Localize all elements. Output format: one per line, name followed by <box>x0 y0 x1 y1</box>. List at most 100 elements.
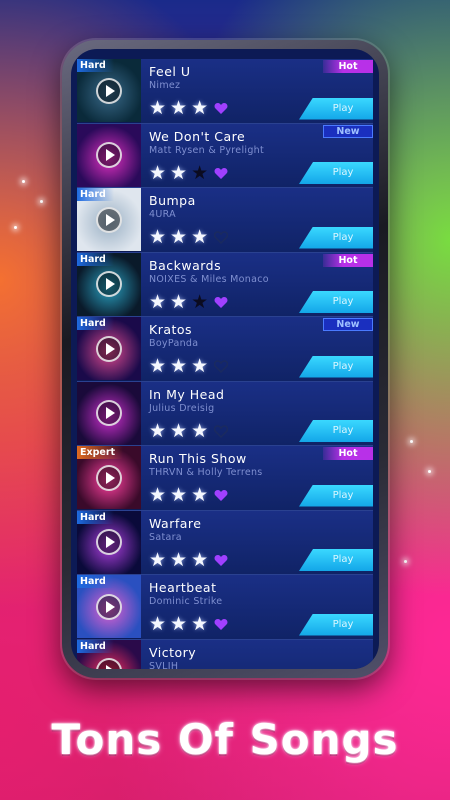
preview-play-icon[interactable] <box>96 335 122 362</box>
song-row[interactable]: Hard Kratos BoyPanda ★ ★ ★ Play New <box>77 317 373 382</box>
difficulty-badge: Hard <box>77 510 114 524</box>
play-button[interactable]: Play <box>299 291 373 313</box>
song-title: Bumpa <box>149 193 196 208</box>
song-cover-art[interactable]: Expert <box>77 446 141 509</box>
difficulty-badge: Hard <box>77 188 114 201</box>
song-row[interactable]: Hard Victory SVLIH <box>77 639 373 669</box>
song-info: Backwards NOIXES & Miles Monaco ★ ★ ★ Play Hot <box>141 252 373 316</box>
song-info: Feel U Nimez ★ ★ ★ Play Hot <box>141 59 373 123</box>
song-info: Warfare Satara ★ ★ ★ Play <box>141 510 373 574</box>
star-icon: ★ <box>191 290 209 313</box>
star-rating: ★ ★ ★ <box>149 99 228 118</box>
star-rating: ★ ★ ★ <box>149 548 228 571</box>
song-list: Hard Feel U Nimez ★ ★ ★ Play Hot We Don't Care Ma… <box>77 59 373 669</box>
song-info: In My Head Julius Dreisig ★ ★ ★ Play <box>141 381 373 445</box>
song-row[interactable]: Expert Run This Show THRVN & Holly Terrens… <box>77 446 373 511</box>
song-info: Victory SVLIH <box>141 639 373 669</box>
new-badge: New <box>323 124 373 138</box>
play-button[interactable]: Play <box>299 549 373 571</box>
preview-play-icon[interactable] <box>96 593 122 620</box>
sparkle <box>22 180 25 183</box>
song-cover-art[interactable]: Hard <box>77 252 141 316</box>
heart-icon[interactable] <box>214 424 229 438</box>
heart-icon[interactable] <box>214 231 229 244</box>
hot-badge: Hot <box>323 447 373 460</box>
play-button[interactable]: Play <box>299 484 373 507</box>
song-cover-art[interactable]: Hard <box>77 317 141 380</box>
song-info: We Don't Care Matt Rysen & Pyrelight ★ ★ ★ Pl… <box>141 123 373 187</box>
play-button[interactable]: Play <box>299 613 373 636</box>
heart-icon[interactable] <box>214 554 228 567</box>
preview-play-icon[interactable] <box>96 142 122 168</box>
star-rating: ★ ★ ★ <box>149 355 229 377</box>
star-icon: ★ <box>170 161 188 184</box>
song-artist: THRVN & Holly Terrens <box>149 467 263 478</box>
song-row[interactable]: Hard Heartbeat Dominic Strike ★ ★ ★ Play <box>77 575 373 640</box>
song-cover-art[interactable] <box>77 123 141 187</box>
preview-play-icon[interactable] <box>96 77 122 104</box>
song-row[interactable]: We Don't Care Matt Rysen & Pyrelight ★ ★ ★ Pl… <box>77 123 373 188</box>
promo-headline: Tons Of Songs <box>51 715 399 764</box>
song-row[interactable]: Hard Backwards NOIXES & Miles Monaco ★ ★ ★ Pla… <box>77 252 373 317</box>
star-icon: ★ <box>149 613 167 635</box>
star-icon: ★ <box>191 419 209 442</box>
preview-play-icon[interactable] <box>96 464 122 491</box>
song-info: Heartbeat Dominic Strike ★ ★ ★ Play <box>141 575 373 639</box>
star-icon: ★ <box>191 97 209 119</box>
heart-icon[interactable] <box>214 618 228 631</box>
play-button[interactable]: Play <box>299 226 373 249</box>
song-row[interactable]: Hard Warfare Satara ★ ★ ★ Play <box>77 510 373 575</box>
star-icon: ★ <box>149 548 167 571</box>
heart-icon[interactable] <box>214 296 228 309</box>
song-cover-art[interactable]: Hard <box>77 59 141 122</box>
hot-badge: Hot <box>323 253 373 267</box>
song-row[interactable]: Hard Bumpa 4URA ★ ★ ★ Play <box>77 188 373 253</box>
star-icon: ★ <box>170 355 188 377</box>
song-cover-art[interactable]: Hard <box>77 188 141 251</box>
song-title: In My Head <box>149 386 225 402</box>
star-icon: ★ <box>149 484 167 506</box>
star-icon: ★ <box>170 613 188 635</box>
star-icon: ★ <box>191 161 209 184</box>
difficulty-badge: Hard <box>77 639 114 653</box>
difficulty-badge: Hard <box>77 317 114 330</box>
preview-play-icon[interactable] <box>96 400 122 426</box>
heart-icon[interactable] <box>214 360 229 373</box>
song-title: Victory <box>149 644 197 660</box>
star-icon: ★ <box>191 355 209 377</box>
song-cover-art[interactable]: Hard <box>77 510 141 574</box>
star-icon: ★ <box>149 161 167 184</box>
heart-icon[interactable] <box>214 102 228 115</box>
song-artist: 4URA <box>149 209 176 220</box>
play-button[interactable]: Play <box>299 420 373 442</box>
star-rating: ★ ★ ★ <box>149 419 229 442</box>
star-icon: ★ <box>149 97 167 119</box>
heart-icon[interactable] <box>214 489 228 502</box>
play-button[interactable]: Play <box>299 162 373 184</box>
song-cover-art[interactable] <box>77 381 141 445</box>
song-title: Heartbeat <box>149 580 217 595</box>
star-icon: ★ <box>170 419 188 442</box>
star-icon: ★ <box>191 484 209 506</box>
preview-play-icon[interactable] <box>96 271 122 297</box>
song-info: Run This Show THRVN & Holly Terrens ★ ★ ★ Pla… <box>141 446 373 510</box>
star-icon: ★ <box>170 226 188 248</box>
star-icon: ★ <box>170 97 188 119</box>
star-rating: ★ ★ ★ <box>149 615 228 634</box>
star-icon: ★ <box>191 226 209 248</box>
star-rating: ★ ★ ★ <box>149 486 228 505</box>
song-cover-art[interactable]: Hard <box>77 575 141 638</box>
song-cover-art[interactable]: Hard <box>77 639 141 669</box>
phone-frame: Hard Feel U Nimez ★ ★ ★ Play Hot We Don't Care Ma… <box>62 40 388 678</box>
play-button[interactable]: Play <box>299 97 373 120</box>
song-row[interactable]: Hard Feel U Nimez ★ ★ ★ Play Hot <box>77 59 373 124</box>
difficulty-badge: Hard <box>77 59 114 72</box>
preview-play-icon[interactable] <box>96 206 122 233</box>
play-button[interactable]: Play <box>299 355 373 378</box>
song-row[interactable]: In My Head Julius Dreisig ★ ★ ★ Play <box>77 381 373 446</box>
heart-icon[interactable] <box>214 167 228 180</box>
preview-play-icon[interactable] <box>96 529 122 555</box>
song-artist: Dominic Strike <box>149 596 223 607</box>
song-artist: Nimez <box>149 80 181 91</box>
difficulty-badge: Hard <box>77 575 114 588</box>
